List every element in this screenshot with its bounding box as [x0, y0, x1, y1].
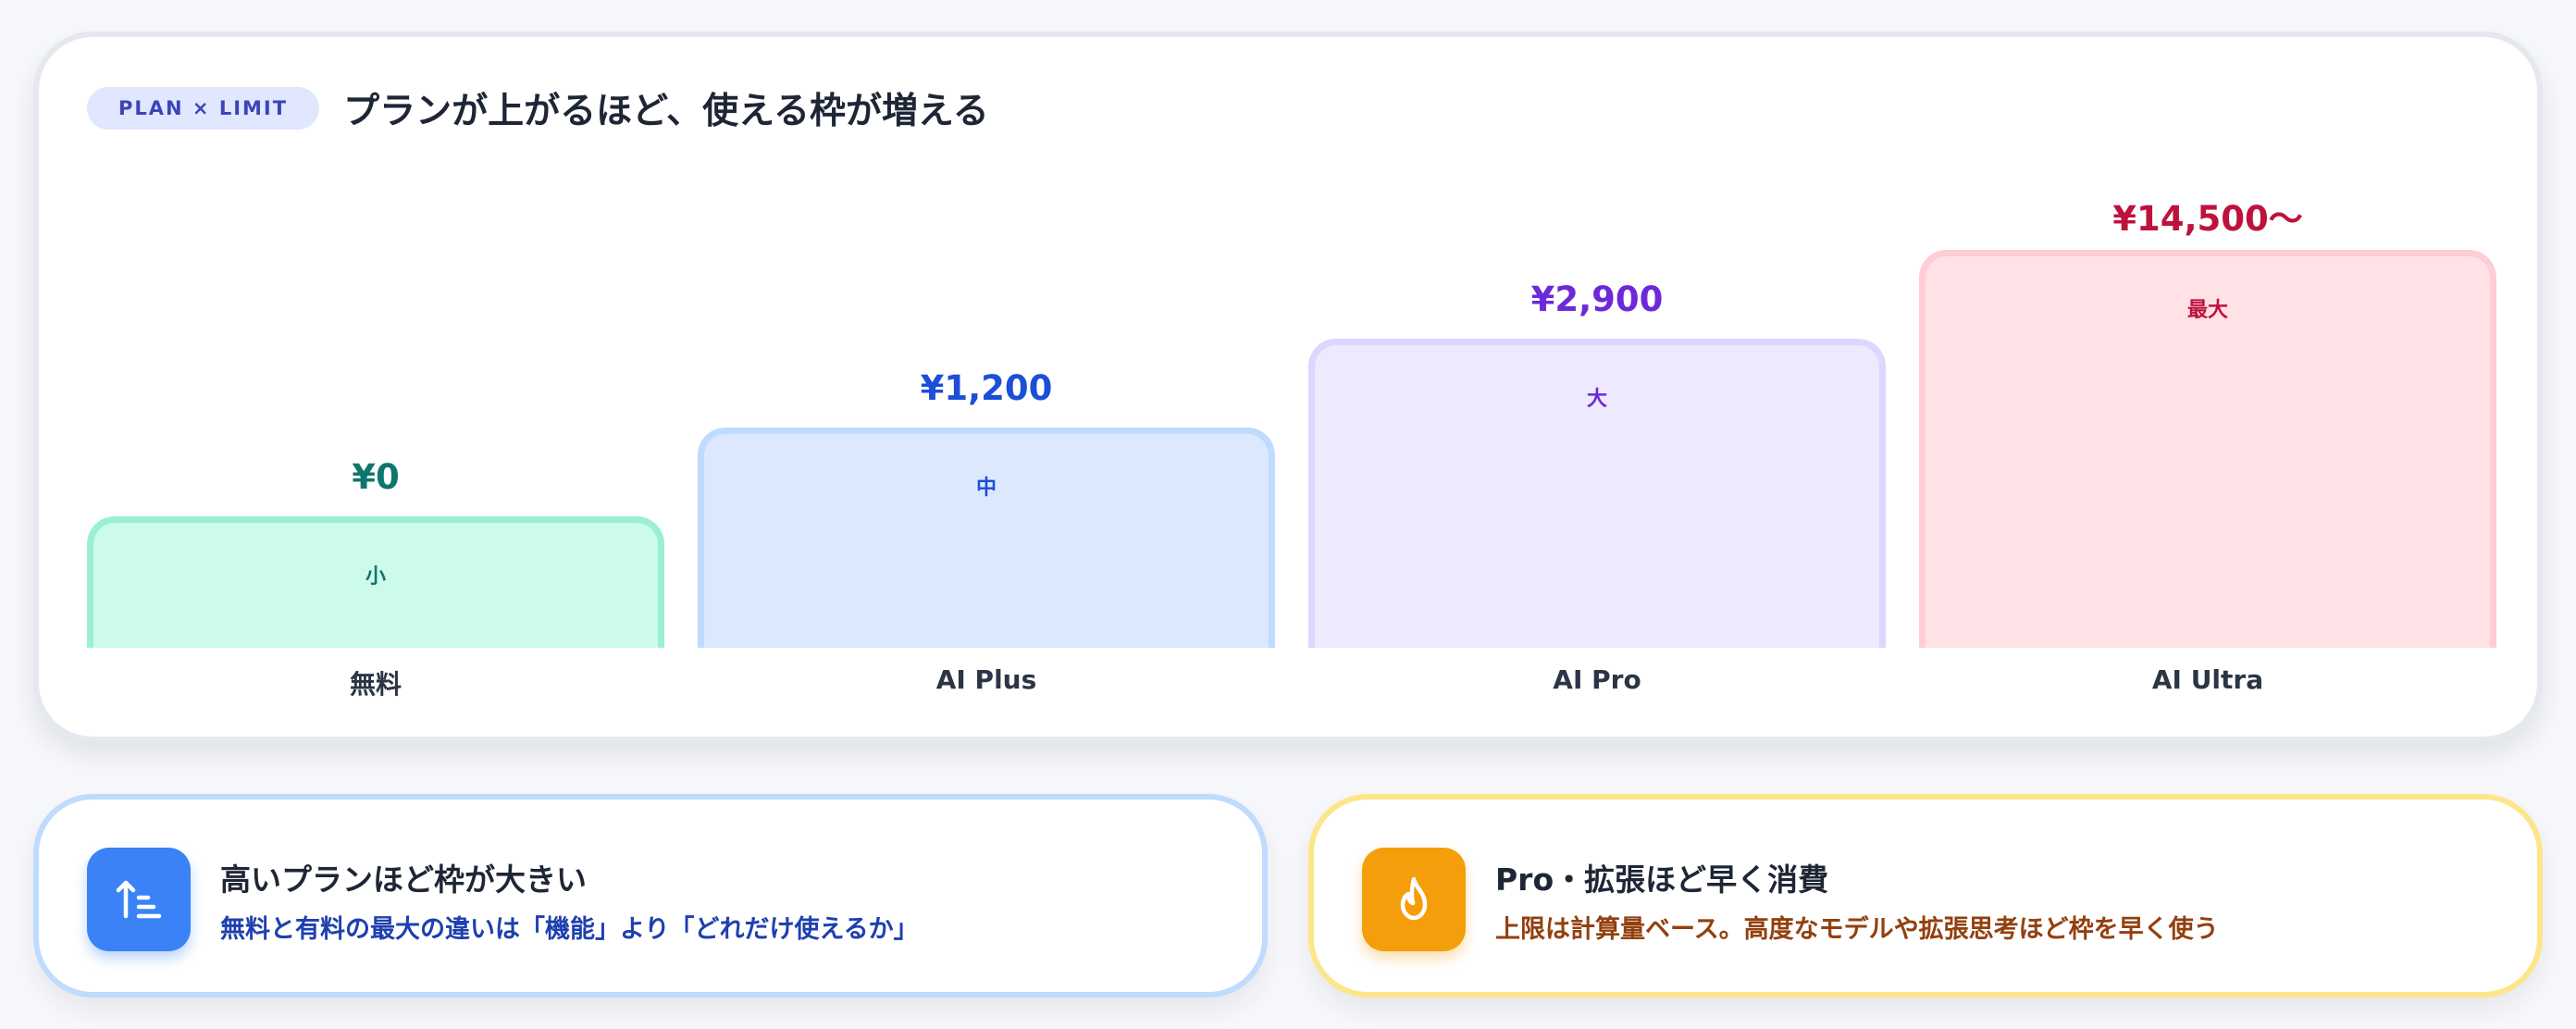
bar-level-label: 最大	[2186, 299, 2228, 322]
price-label: ¥1,200	[920, 368, 1053, 408]
card-header: PLAN × LIMIT プランが上がるほど、使える枠が増える	[87, 85, 989, 132]
plan-limit-badge: PLAN × LIMIT	[87, 87, 320, 130]
bar-4: 最大	[1919, 250, 2496, 648]
plan-name-label: AI Ultra	[2151, 664, 2264, 695]
price-label: ¥0	[352, 457, 400, 497]
flame-icon	[1362, 848, 1466, 951]
price-label: ¥2,900	[1530, 279, 1664, 319]
plan-name-label: 無料	[349, 669, 402, 700]
plan-name-label: AI Pro	[1553, 664, 1641, 695]
bar-level-label: 小	[365, 565, 386, 589]
bar-3: 大	[1308, 339, 1886, 648]
info-title: Pro・拡張ほど早く消費	[1495, 862, 1829, 898]
plan-limit-card: PLAN × LIMIT プランが上がるほど、使える枠が増える 小 ¥0 無料 中 ¥1…	[33, 31, 2543, 742]
ascending-sort-icon	[87, 848, 191, 951]
info-description: 上限は計算量ベース。高度なモデルや拡張思考ほど枠を早く使う	[1495, 915, 2219, 944]
bar-2: 中	[698, 428, 1275, 648]
info-description: 無料と有料の最大の違いは「機能」より「どれだけ使えるか」	[220, 915, 919, 944]
info-card-consumption: Pro・拡張ほど早く消費 上限は計算量ベース。高度なモデルや拡張思考ほど枠を早く…	[1308, 794, 2543, 998]
bar-level-label: 大	[1586, 388, 1607, 411]
info-card-limit-size: 高いプランほど枠が大きい 無料と有料の最大の違いは「機能」より「どれだけ使えるか…	[33, 794, 1268, 998]
bar-level-label: 中	[975, 477, 997, 500]
plan-name-label: AI Plus	[935, 664, 1037, 695]
card-title: プランが上がるほど、使える枠が増える	[343, 91, 989, 132]
price-label: ¥14,500〜	[2112, 199, 2303, 239]
bar-1: 小	[87, 516, 664, 648]
info-title: 高いプランほど枠が大きい	[220, 862, 587, 898]
